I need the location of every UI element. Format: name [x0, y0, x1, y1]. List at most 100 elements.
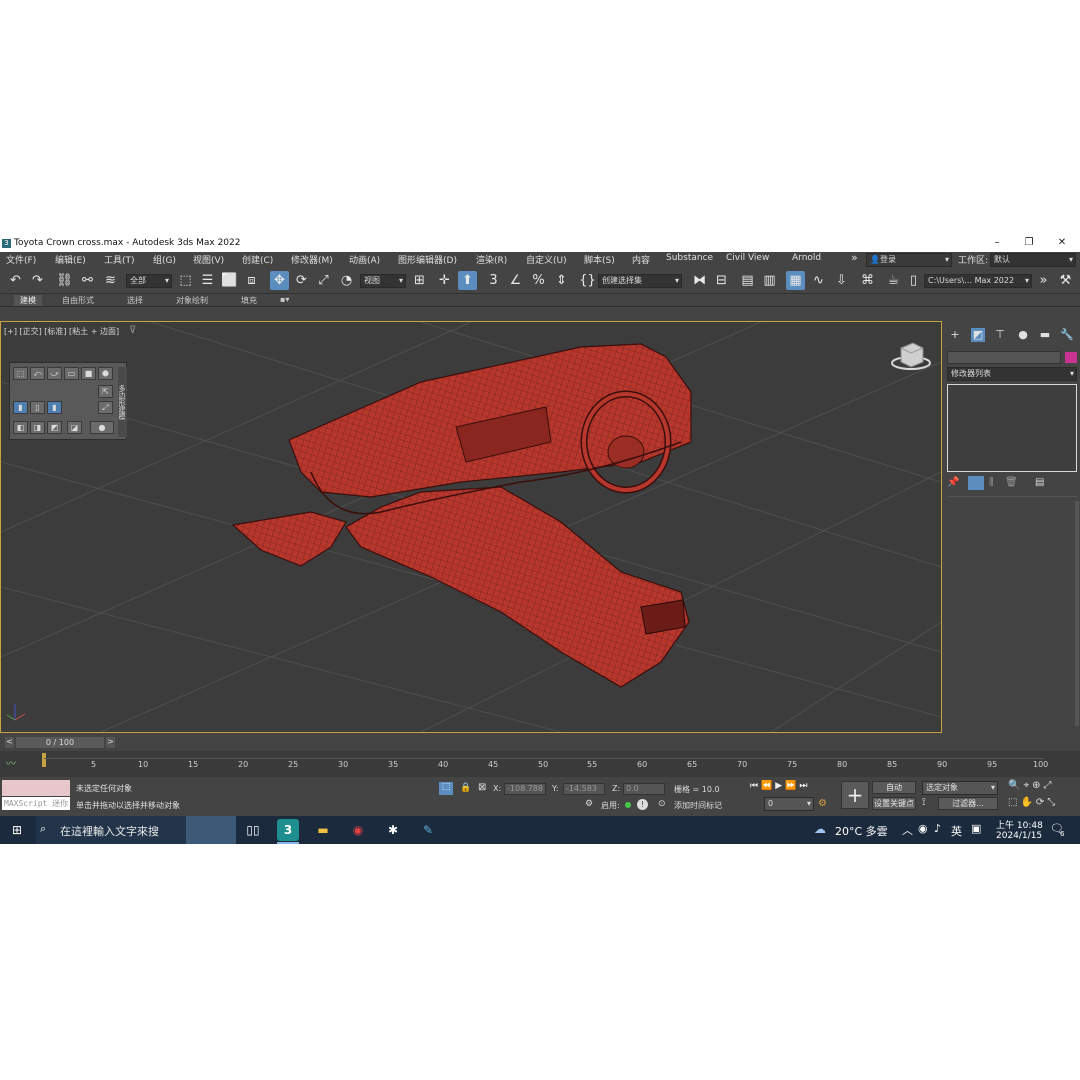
key-filter-dropdown[interactable]: 选定对象 [922, 781, 998, 795]
y-coordinate-field[interactable]: -14.583 [563, 783, 605, 795]
adaptive-degradation-icon[interactable]: ⚙ [585, 799, 593, 809]
task-view-icon[interactable]: ▯▯ [242, 819, 264, 841]
menu-customize[interactable]: 自定义(U) [526, 253, 567, 266]
menu-civil-view[interactable]: Civil View [726, 253, 769, 263]
keyboard-shortcut-override-icon[interactable]: ⬆ [458, 271, 477, 290]
ime-indicator[interactable]: 英 [951, 823, 962, 839]
ribbon-tab-populate[interactable]: 填充 [241, 295, 257, 306]
playback-controls[interactable]: ⏮⏪▶⏩⏭ [750, 781, 811, 791]
mini-tool-1[interactable]: ⬚ [13, 367, 28, 380]
set-key-icon[interactable]: + [841, 781, 869, 809]
set-key-button[interactable]: 设置关键点 [872, 797, 916, 810]
edit-named-sets-icon[interactable]: {} [578, 271, 597, 290]
ribbon-toggle-icon[interactable]: ▦ [786, 271, 805, 290]
network-icon[interactable]: ◉ [918, 822, 928, 835]
link-icon[interactable]: ⛓ [55, 271, 74, 290]
app-icon-2[interactable]: ✱ [382, 819, 404, 841]
menu-group[interactable]: 组(G) [153, 253, 176, 266]
viewport-filter-icon[interactable]: ⊽ [129, 325, 136, 336]
select-move-icon[interactable]: ✥ [270, 271, 289, 290]
3dsmax-taskbar-icon[interactable]: 3 [277, 819, 299, 841]
app-icon-3[interactable]: ✎ [417, 819, 439, 841]
weather-text[interactable]: 20°C 多雲 [835, 823, 888, 839]
viewport-nav-controls[interactable]: 🔍⌖⊕⤢ [1008, 780, 1054, 791]
menu-scripting[interactable]: 脚本(S) [584, 253, 615, 266]
remove-modifier-icon[interactable]: 🗑 [1005, 477, 1018, 488]
menu-tools[interactable]: 工具(T) [104, 253, 135, 266]
minimize-button[interactable]: – [990, 237, 1004, 251]
viewport[interactable]: [+] [正交] [标准] [粘土 + 边面] ⊽ ⬚ ⤺ ⤻ ▭ ■ ⬢ ⇱ … [0, 321, 942, 733]
time-tag-add-icon[interactable]: ⊙ [658, 799, 666, 809]
mini-tool-edge[interactable]: ▯ [30, 401, 45, 414]
chrome-icon[interactable]: ◉ [347, 819, 369, 841]
layer-explorer-icon[interactable]: ▥ [760, 271, 779, 290]
mini-tool-6[interactable]: ⬢ [98, 367, 113, 380]
select-scale-icon[interactable]: ⤢ [314, 271, 333, 290]
modifier-stack[interactable] [947, 384, 1077, 472]
select-manipulate-icon[interactable]: ✛ [435, 271, 454, 290]
car-interior-model[interactable] [231, 343, 692, 688]
input-method-icon[interactable]: ▣ [971, 822, 981, 835]
spinner-snap-icon[interactable]: ⇕ [552, 271, 571, 290]
mini-tool-face[interactable]: ▮ [47, 401, 62, 414]
select-by-name-icon[interactable]: ☰ [198, 271, 217, 290]
toolbar-more-icon[interactable]: » [1034, 271, 1053, 290]
configure-sets-icon[interactable]: ▤ [1035, 477, 1044, 488]
menu-substance[interactable]: Substance [666, 253, 713, 263]
time-config-icon[interactable]: ⚙ [818, 798, 827, 809]
filters-button[interactable]: 过滤器... [938, 797, 998, 810]
undo-icon[interactable]: ↶ [6, 271, 25, 290]
panel-scrollbar[interactable] [1075, 501, 1079, 726]
maxscript-input[interactable]: MAXScript 迷你 [2, 797, 70, 810]
time-next-icon[interactable]: > [106, 737, 115, 748]
bind-space-warp-icon[interactable]: ≋ [101, 271, 120, 290]
viewport-nav-controls-2[interactable]: ⬚✋⟳⤡ [1008, 797, 1058, 808]
scene-explorer-icon[interactable]: ▤ [738, 271, 757, 290]
auto-key-button[interactable]: 自动 [872, 781, 916, 794]
make-unique-icon[interactable]: ⫼ [989, 477, 994, 488]
toolbar-tools-icon[interactable]: ⚒ [1056, 271, 1075, 290]
time-tag-icon[interactable]: ! [637, 799, 648, 810]
menu-edit[interactable]: 编辑(E) [55, 253, 86, 266]
pin-stack-icon[interactable]: 📌 [947, 477, 959, 488]
object-name-field[interactable] [947, 351, 1061, 364]
file-explorer-icon[interactable]: ▬ [312, 819, 334, 841]
menu-arnold[interactable]: Arnold [792, 253, 821, 263]
add-time-tag[interactable]: 添加时间标记 [674, 800, 722, 811]
menu-file[interactable]: 文件(F) [6, 253, 36, 266]
login-dropdown[interactable]: 👤登录 [866, 253, 952, 267]
window-crossing-icon[interactable]: ⧈ [242, 271, 261, 290]
mini-tool-12[interactable]: ◪ [67, 421, 82, 434]
render-setup-icon[interactable]: ☕ [884, 271, 903, 290]
ribbon-tab-selection[interactable]: 选择 [127, 295, 143, 306]
redo-icon[interactable]: ↷ [28, 271, 47, 290]
motion-tab-icon[interactable]: ● [1016, 328, 1030, 342]
mirror-icon[interactable]: ⧓ [690, 271, 709, 290]
mini-tool-8[interactable]: ⤢ [98, 401, 113, 414]
maxscript-listener[interactable] [2, 780, 70, 796]
rendered-frame-icon[interactable]: ▯ [904, 271, 923, 290]
named-selection-dropdown[interactable]: 创建选择集 [598, 274, 682, 288]
modify-tab-icon[interactable]: ◩ [971, 328, 985, 342]
volume-icon[interactable]: ♪ [934, 822, 941, 835]
workspace-dropdown[interactable]: 默认 [990, 253, 1076, 267]
curve-editor-icon[interactable]: ∿ [809, 271, 828, 290]
menu-animation[interactable]: 动画(A) [349, 253, 380, 266]
isolate-selection-icon[interactable]: ⬚ [439, 782, 453, 795]
mini-tool-11[interactable]: ◩ [47, 421, 62, 434]
menu-content[interactable]: 内容 [632, 253, 650, 266]
mini-panel-title[interactable]: 多边形建模 [118, 367, 127, 437]
percent-snap-icon[interactable]: % [529, 271, 548, 290]
mini-tool-3[interactable]: ⤻ [47, 367, 62, 380]
ribbon-tab-freeform[interactable]: 自由形式 [62, 295, 94, 306]
tray-chevron-icon[interactable]: ︿ [902, 822, 913, 838]
ribbon-options-icon[interactable]: ▪▾ [280, 295, 289, 304]
curve-editor-mini-icon[interactable]: 〰 [6, 755, 16, 770]
placement-icon[interactable]: ◔ [337, 271, 356, 290]
menu-modifiers[interactable]: 修改器(M) [291, 253, 333, 266]
windows-start-icon[interactable]: ⊞ [6, 819, 28, 841]
trackbar[interactable]: 〰 5 10 15 20 25 30 35 40 45 50 55 60 65 … [0, 751, 1080, 777]
viewport-label[interactable]: [+] [正交] [标准] [粘土 + 边面] [4, 326, 119, 337]
selection-lock-icon[interactable]: 🔒 [460, 783, 471, 793]
show-end-result-icon[interactable] [968, 476, 984, 490]
